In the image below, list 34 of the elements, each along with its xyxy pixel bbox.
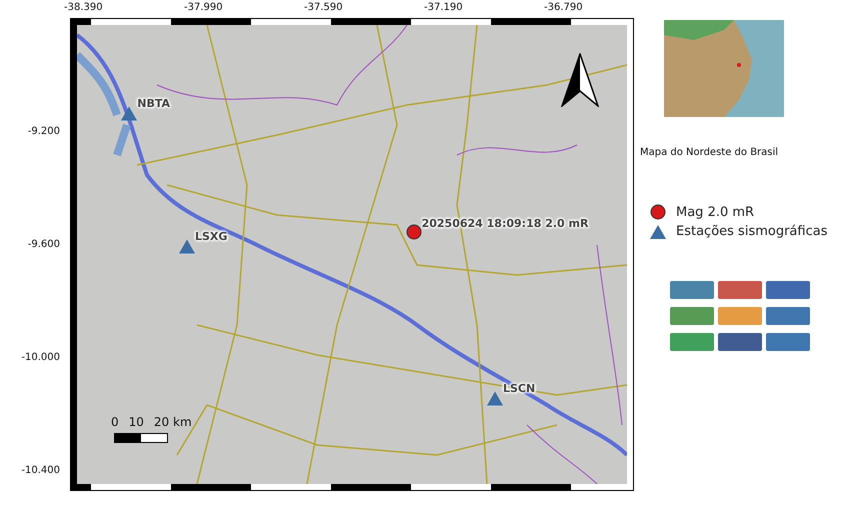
station-triangle-icon — [121, 106, 138, 121]
institution-logo — [766, 307, 810, 325]
legend-label: Mag 2.0 mR — [676, 204, 754, 220]
longitude-label: -37.990 — [184, 2, 223, 13]
latitude-label: -9.600 — [28, 239, 60, 250]
event-circle-icon — [406, 224, 422, 240]
scale-bar — [114, 433, 168, 443]
institution-logo — [718, 333, 762, 351]
institution-logo — [670, 281, 714, 299]
scale-label: 0 — [111, 415, 119, 429]
station-triangle-icon — [179, 239, 195, 254]
legend-circle-icon — [650, 204, 666, 220]
institution-logo — [766, 281, 810, 299]
scale-label: 20 km — [154, 415, 192, 429]
institution-logo — [670, 307, 714, 325]
scale-label: 10 — [128, 415, 144, 429]
station-triangle-icon — [487, 392, 503, 406]
longitude-label: -36.790 — [544, 2, 583, 13]
station-label: LSXG — [195, 230, 228, 243]
north-arrow-icon — [561, 53, 599, 107]
institution-logo — [718, 281, 762, 299]
inset-caption: Mapa do Nordeste do Brasil — [640, 147, 780, 158]
station-label: NBTA — [137, 97, 170, 110]
longitude-label: -37.590 — [304, 2, 343, 13]
latitude-label: -10.000 — [21, 352, 60, 363]
institution-logo — [670, 333, 714, 351]
longitude-label: -37.190 — [424, 2, 463, 13]
legend-label: Estações sismográficas — [676, 224, 828, 239]
institution-logo — [718, 307, 762, 325]
longitude-label: -38.390 — [64, 2, 103, 13]
latitude-label: -9.200 — [28, 126, 60, 137]
institution-logo — [766, 333, 810, 351]
legend-triangle-icon — [650, 224, 666, 238]
latitude-label: -10.400 — [21, 465, 60, 476]
